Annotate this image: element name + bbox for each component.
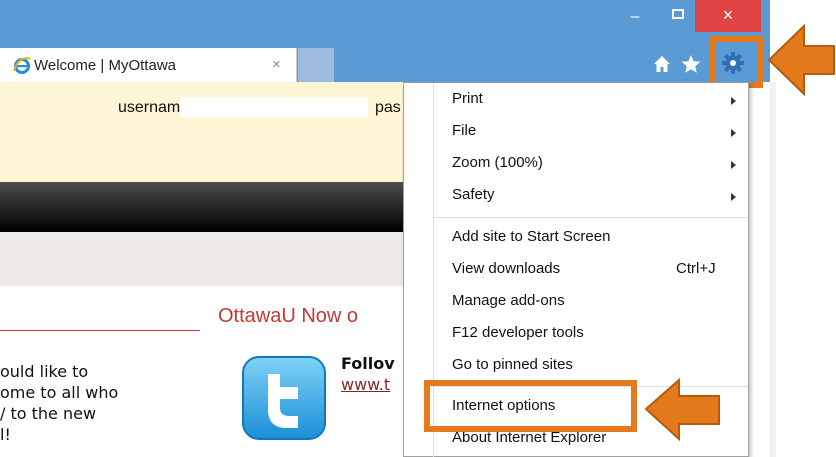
- star-icon[interactable]: [680, 53, 702, 75]
- submenu-arrow-icon: [731, 129, 736, 137]
- tab-title: Welcome | MyOttawa: [34, 57, 176, 74]
- twitter-logo-icon[interactable]: [242, 356, 326, 440]
- username-input[interactable]: [180, 97, 368, 118]
- menu-item-pinned-sites[interactable]: Go to pinned sites: [452, 356, 573, 373]
- divider-line: [0, 330, 200, 331]
- gray-band: [0, 232, 405, 286]
- internet-options-highlight-box: [424, 380, 637, 432]
- minimize-button[interactable]: ‒: [622, 4, 648, 30]
- menu-separator: [434, 217, 748, 218]
- home-icon[interactable]: [651, 53, 673, 75]
- menu-item-print[interactable]: Print: [452, 90, 483, 107]
- follow-text: Follov: [341, 354, 395, 373]
- ie-logo-icon: [13, 57, 31, 74]
- title-bar: [0, 0, 770, 48]
- menu-item-zoom[interactable]: Zoom (100%): [452, 154, 543, 171]
- nav-band: [0, 182, 405, 232]
- arrow-annotation-icon: [767, 23, 835, 97]
- body-line: ome to all who: [0, 383, 119, 402]
- follow-link[interactable]: www.t: [341, 375, 390, 394]
- maximize-icon: [672, 9, 684, 19]
- body-line: ould like to: [0, 362, 89, 381]
- username-label: username: [118, 99, 190, 116]
- section-headline: OttawaU Now o: [218, 305, 359, 327]
- menu-item-view-downloads[interactable]: View downloads: [452, 260, 560, 277]
- menu-item-add-site[interactable]: Add site to Start Screen: [452, 228, 610, 245]
- password-label: pas: [375, 99, 401, 116]
- menu-item-manage-addons[interactable]: Manage add-ons: [452, 292, 565, 309]
- tab-close-button[interactable]: ×: [272, 56, 281, 73]
- close-window-button[interactable]: ×: [695, 0, 761, 32]
- submenu-arrow-icon: [731, 97, 736, 105]
- menu-item-safety[interactable]: Safety: [452, 186, 495, 203]
- downloads-shortcut: Ctrl+J: [676, 260, 716, 277]
- arrow-annotation-icon: [644, 377, 720, 442]
- submenu-arrow-icon: [731, 193, 736, 201]
- body-text: ould like to ome to all who / to the new…: [0, 361, 210, 445]
- gear-highlight-box: [709, 36, 763, 88]
- page-scrollbar[interactable]: [770, 82, 776, 457]
- submenu-arrow-icon: [731, 161, 736, 169]
- menu-item-file[interactable]: File: [452, 122, 476, 139]
- maximize-button[interactable]: [666, 4, 692, 30]
- menu-item-f12-tools[interactable]: F12 developer tools: [452, 324, 584, 341]
- body-line: l!: [0, 425, 11, 444]
- body-line: / to the new: [0, 404, 97, 423]
- new-tab-button[interactable]: [298, 48, 334, 82]
